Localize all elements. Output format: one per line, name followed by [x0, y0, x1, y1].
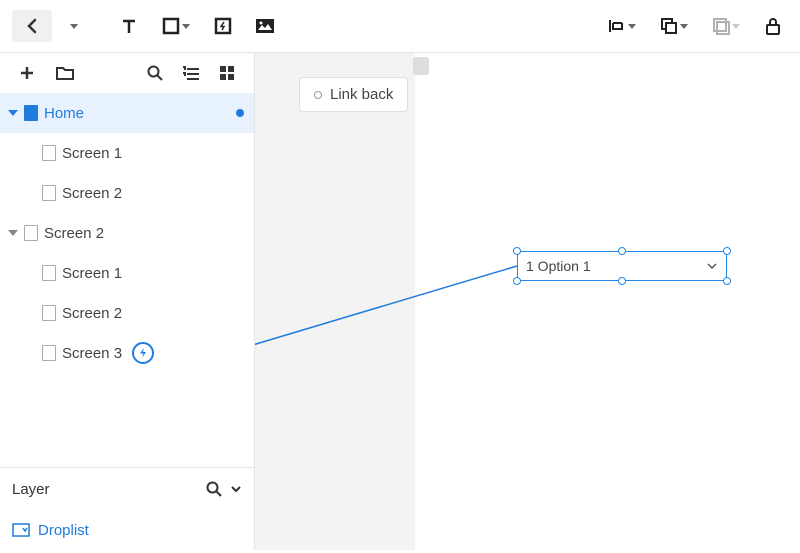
tree-item-screen3[interactable]: Screen 3: [0, 333, 254, 373]
tree-item-label: Screen 1: [62, 265, 122, 282]
layer-item-droplist[interactable]: Droplist: [0, 510, 254, 550]
tree-item-screen2-group[interactable]: Screen 2: [0, 213, 254, 253]
link-back-button[interactable]: Link back: [299, 77, 408, 112]
event-tool-button[interactable]: [208, 11, 238, 41]
tree-item-label: Screen 3: [62, 345, 122, 362]
top-toolbar: [0, 0, 800, 53]
layers-icon: [712, 17, 730, 35]
toolbar-left: [12, 10, 280, 42]
canvas[interactable]: Link back 1 Option 1: [255, 53, 800, 550]
layer-item-label: Droplist: [38, 522, 89, 539]
add-button[interactable]: [12, 58, 42, 88]
chevron-down-icon: [706, 260, 718, 272]
shape-tool-button[interactable]: [156, 11, 196, 41]
page-icon: [24, 225, 38, 241]
tree-item-label: Screen 1: [62, 145, 122, 162]
folder-icon: [56, 65, 74, 81]
selection-handle[interactable]: [723, 277, 731, 285]
lightning-square-icon: [214, 17, 232, 35]
main-area: Home Screen 1 Screen 2 Screen 2 Screen 1: [0, 53, 800, 550]
search-icon: [147, 65, 163, 81]
page-icon: [42, 185, 56, 201]
droplist-value: 1 Option 1: [526, 258, 591, 274]
tree-item-label: Screen 2: [44, 225, 104, 242]
droplist-icon: [12, 523, 30, 537]
search-icon[interactable]: [206, 481, 222, 497]
image-icon: [255, 17, 275, 35]
caret-down-icon: [8, 230, 18, 236]
plus-icon: [19, 65, 35, 81]
page-icon: [42, 145, 56, 161]
page-icon: [42, 345, 56, 361]
link-back-label: Link back: [330, 86, 393, 103]
layer-panel-header[interactable]: Layer: [0, 468, 254, 510]
chevron-down-icon[interactable]: [230, 483, 242, 495]
tree-item-label: Screen 2: [62, 305, 122, 322]
tree-item-label: Home: [44, 105, 84, 122]
toolbar-right: [602, 11, 788, 41]
tree-item-screen[interactable]: Screen 1: [0, 253, 254, 293]
text-icon: [120, 17, 138, 35]
layer-title: Layer: [12, 481, 50, 498]
sidebar: Home Screen 1 Screen 2 Screen 2 Screen 1: [0, 53, 255, 550]
caret-down-icon: [8, 110, 18, 116]
align-left-icon: [608, 17, 626, 35]
tab-stub: [413, 57, 429, 75]
folder-button[interactable]: [50, 58, 80, 88]
tree-item-label: Screen 2: [62, 185, 122, 202]
grid-icon: [219, 65, 235, 81]
copy-icon: [660, 17, 678, 35]
square-icon: [162, 17, 180, 35]
page-icon: [42, 265, 56, 281]
lock-button[interactable]: [758, 11, 788, 41]
selection-handle[interactable]: [513, 247, 521, 255]
list-icon: [182, 66, 200, 80]
tree-item-screen[interactable]: Screen 2: [0, 173, 254, 213]
sidebar-toolbar: [0, 53, 254, 93]
canvas-gutter: [255, 53, 415, 550]
lock-icon: [765, 17, 781, 35]
align-tool-button[interactable]: [602, 11, 642, 41]
grid-view-button[interactable]: [212, 58, 242, 88]
chevron-left-icon: [26, 18, 38, 34]
link-dot-icon: [314, 91, 322, 99]
image-tool-button[interactable]: [250, 11, 280, 41]
page-icon: [42, 305, 56, 321]
selection-handle[interactable]: [513, 277, 521, 285]
event-badge: [132, 342, 154, 364]
selection-handle[interactable]: [618, 247, 626, 255]
active-dot-icon: [236, 109, 244, 117]
back-button[interactable]: [12, 10, 52, 42]
tree-item-screen[interactable]: Screen 2: [0, 293, 254, 333]
selection-handle[interactable]: [618, 277, 626, 285]
tree-item-screen[interactable]: Screen 1: [0, 133, 254, 173]
group-tool-button[interactable]: [706, 11, 746, 41]
back-dropdown[interactable]: [64, 10, 82, 42]
page-icon: [24, 105, 38, 121]
page-tree: Home Screen 1 Screen 2 Screen 2 Screen 1: [0, 93, 254, 467]
tree-item-home[interactable]: Home: [0, 93, 254, 133]
list-view-button[interactable]: [176, 58, 206, 88]
layer-panel: Layer Droplist: [0, 467, 254, 550]
selection-handle[interactable]: [723, 247, 731, 255]
tree-search-button[interactable]: [140, 58, 170, 88]
text-tool-button[interactable]: [114, 11, 144, 41]
arrange-tool-button[interactable]: [654, 11, 694, 41]
lightning-icon: [138, 347, 148, 359]
